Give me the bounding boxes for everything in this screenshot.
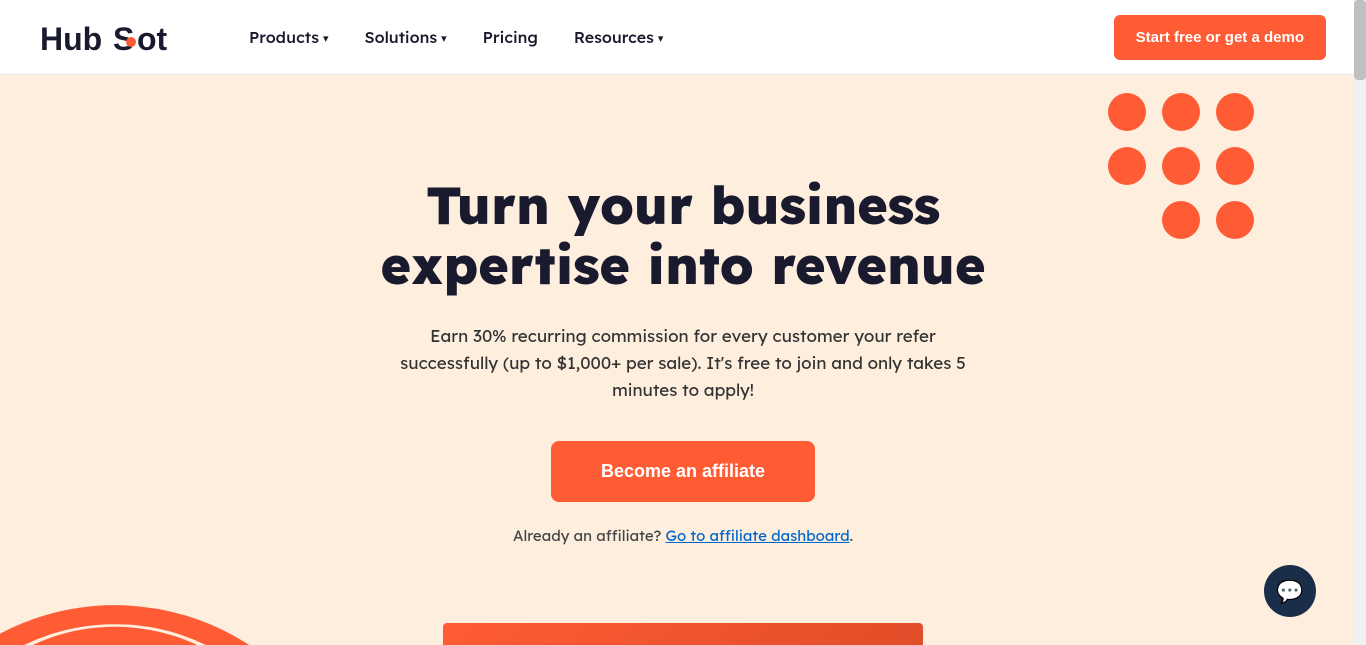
hero-section: Turn your business expertise into revenu… (0, 75, 1366, 645)
nav-solutions-label: Solutions (365, 27, 438, 47)
nav-pricing-label: Pricing (483, 27, 538, 47)
rainbow-decoration (0, 385, 260, 645)
affiliate-dashboard-link[interactable]: Go to affiliate dashboard (666, 526, 850, 545)
nav-products[interactable]: Products ▾ (235, 19, 343, 55)
dots-decoration (1108, 93, 1256, 241)
svg-text:ot: ot (137, 21, 168, 57)
nav-pricing[interactable]: Pricing (469, 19, 552, 55)
hero-content: Turn your business expertise into revenu… (361, 155, 1006, 564)
hero-subtitle: Earn 30% recurring commission for every … (393, 323, 973, 405)
chevron-down-icon: ▾ (323, 31, 329, 45)
become-affiliate-button[interactable]: Become an affiliate (551, 441, 815, 502)
dot-2 (1162, 93, 1200, 131)
logo[interactable]: Hub S ot (40, 16, 195, 58)
navbar-cta-wrapper: Start free or get a demo (1114, 15, 1326, 60)
nav-links: Products ▾ Solutions ▾ Pricing Resources… (235, 19, 1114, 55)
hero-cta-wrapper: Become an affiliate (381, 441, 986, 526)
dot-8 (1162, 201, 1200, 239)
nav-products-label: Products (249, 27, 319, 47)
chevron-down-icon: ▾ (441, 31, 447, 45)
dot-9 (1216, 201, 1254, 239)
hero-title: Turn your business expertise into revenu… (381, 175, 986, 295)
hero-title-line2: expertise into revenue (381, 232, 986, 297)
nav-solutions[interactable]: Solutions ▾ (351, 19, 461, 55)
nav-resources-label: Resources (574, 27, 654, 47)
already-affiliate-label: Already an affiliate? (513, 526, 661, 545)
nav-resources[interactable]: Resources ▾ (560, 19, 678, 55)
already-affiliate-text: Already an affiliate? Go to affiliate da… (381, 526, 986, 545)
scrollbar-thumb[interactable] (1354, 0, 1366, 80)
chevron-down-icon: ▾ (658, 31, 664, 45)
start-free-button[interactable]: Start free or get a demo (1114, 15, 1326, 60)
bottom-orange-bar (443, 623, 923, 645)
dot-4 (1108, 147, 1146, 185)
dot-1 (1108, 93, 1146, 131)
chat-bubble-button[interactable]: 💬 (1264, 565, 1316, 617)
hero-title-line1: Turn your business (426, 172, 940, 237)
navbar: Hub S ot Products ▾ Solutions ▾ Pricing … (0, 0, 1366, 75)
dot-3 (1216, 93, 1254, 131)
chat-icon: 💬 (1276, 577, 1303, 605)
dot-6 (1216, 147, 1254, 185)
dot-5 (1162, 147, 1200, 185)
scrollbar[interactable] (1354, 0, 1366, 645)
svg-text:Hub: Hub (40, 21, 102, 57)
